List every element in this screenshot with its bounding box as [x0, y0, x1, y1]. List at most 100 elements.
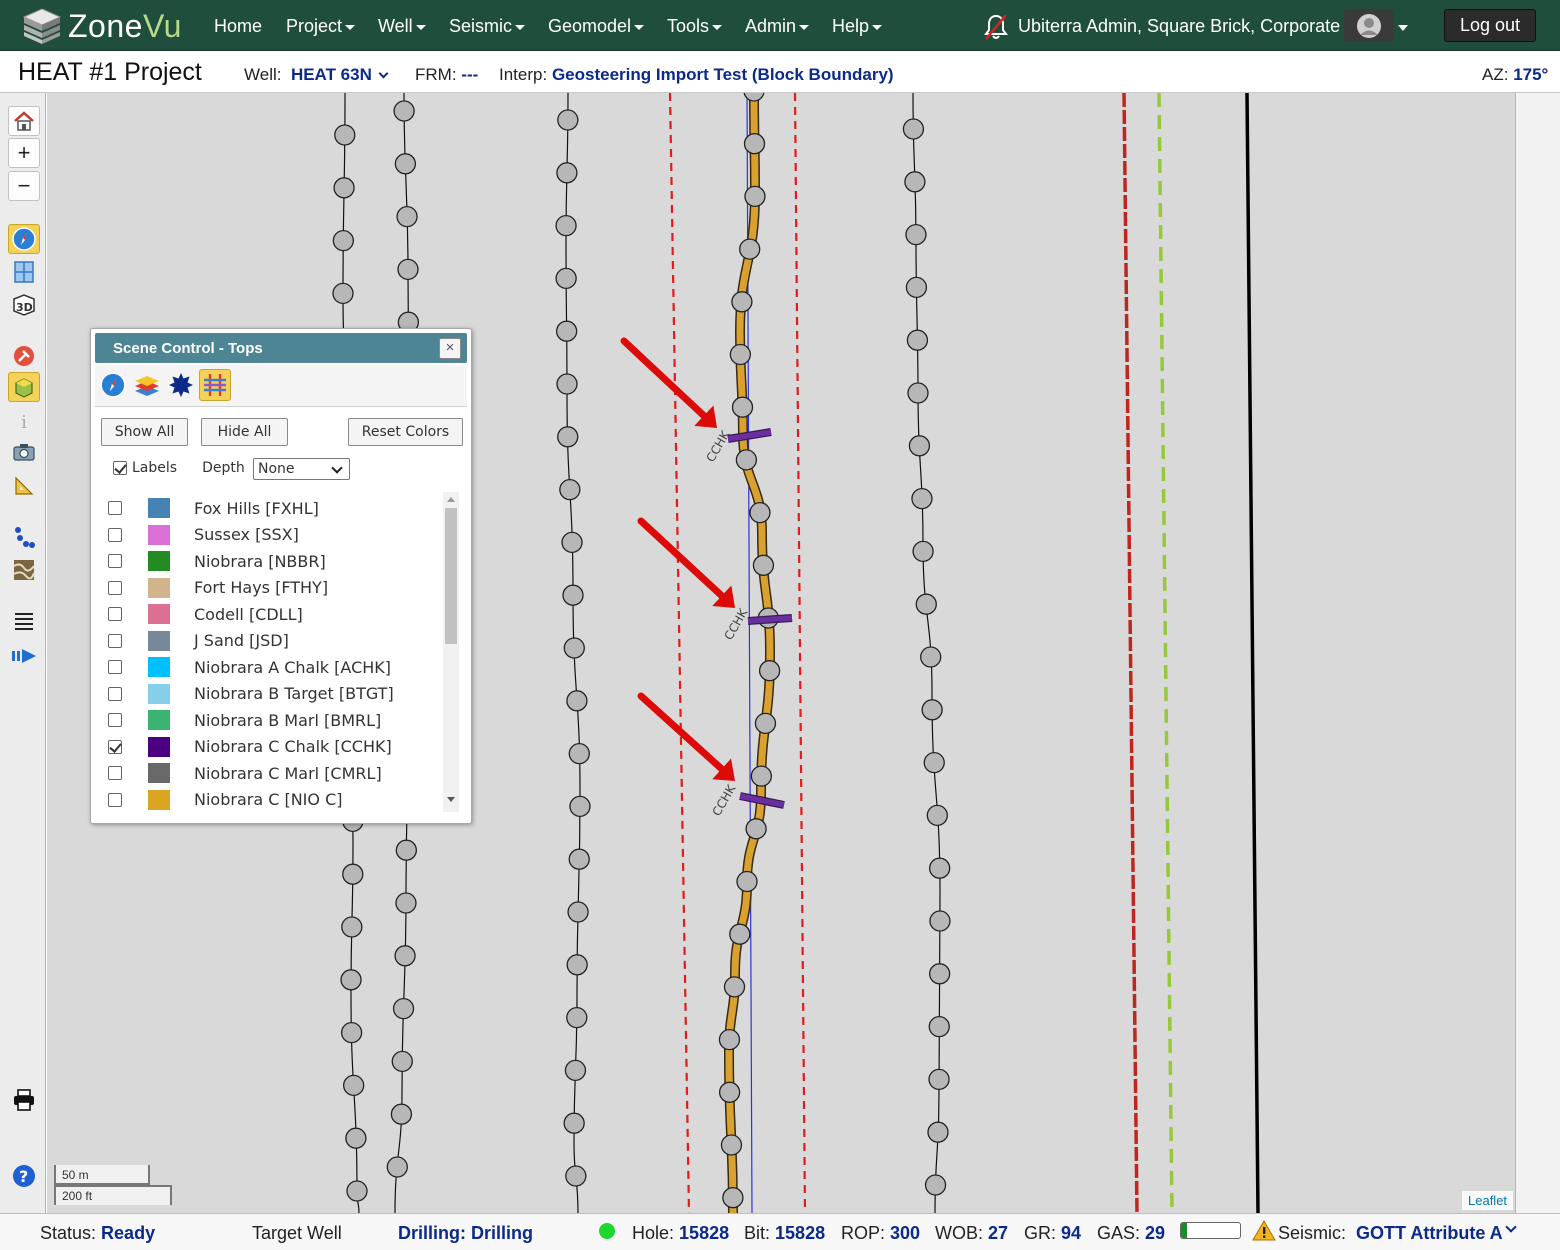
- top-visibility-checkbox[interactable]: [108, 660, 122, 674]
- top-row[interactable]: Fort Hays [FTHY]: [95, 575, 445, 601]
- top-row[interactable]: Niobrara B Target [BTGT]: [95, 681, 445, 707]
- reset-colors-button[interactable]: Reset Colors: [348, 418, 463, 446]
- top-color-swatch[interactable]: [148, 630, 170, 651]
- close-icon[interactable]: ×: [439, 338, 461, 359]
- top-color-swatch[interactable]: [148, 710, 170, 730]
- top-visibility-checkbox[interactable]: [108, 554, 122, 568]
- logs-button[interactable]: [8, 607, 40, 637]
- top-row[interactable]: Niobrara A Chalk [ACHK]: [95, 654, 445, 680]
- top-color-swatch[interactable]: [148, 789, 170, 810]
- tab-layers[interactable]: [131, 369, 163, 401]
- logout-button[interactable]: Log out: [1444, 9, 1536, 42]
- labels-checkbox[interactable]: [113, 461, 127, 475]
- frm-selector[interactable]: FRM: ---: [415, 65, 478, 85]
- well-selector[interactable]: Well: HEAT 63N: [244, 65, 389, 85]
- depth-select[interactable]: None: [253, 458, 350, 480]
- home-view-button[interactable]: [8, 106, 40, 136]
- top-row[interactable]: Niobrara [NBBR]: [95, 548, 445, 574]
- survey-station-marker: [395, 892, 417, 914]
- svg-text:3D: 3D: [16, 301, 33, 314]
- basemap-button[interactable]: [8, 555, 40, 585]
- top-visibility-checkbox[interactable]: [108, 713, 122, 727]
- top-row[interactable]: Niobrara C Marl [CMRL]: [95, 760, 445, 786]
- seismic-selector[interactable]: Seismic: GOTT Attribute A: [1278, 1223, 1503, 1244]
- hide-all-button[interactable]: Hide All: [201, 418, 288, 446]
- leaflet-attribution-link[interactable]: Leaflet: [1462, 1191, 1514, 1210]
- show-all-button[interactable]: Show All: [101, 418, 188, 446]
- survey-station-marker: [718, 1081, 741, 1103]
- top-color-swatch[interactable]: [148, 604, 170, 624]
- top-color-swatch[interactable]: [148, 551, 170, 571]
- tab-map-compass[interactable]: [97, 369, 129, 401]
- top-visibility-checkbox[interactable]: [108, 766, 122, 780]
- section-view-button[interactable]: [8, 257, 40, 287]
- panel-header[interactable]: Scene Control - Tops ×: [95, 333, 467, 363]
- notifications-off-icon[interactable]: [984, 13, 1008, 41]
- brand[interactable]: ZoneVu: [22, 6, 182, 46]
- info-button[interactable]: i: [8, 407, 40, 437]
- compass-icon: [100, 372, 126, 398]
- survey-station-marker: [567, 901, 589, 923]
- top-color-swatch[interactable]: [148, 763, 170, 783]
- survey-points-button[interactable]: [8, 522, 40, 552]
- tops-list-scrollbar[interactable]: [443, 492, 459, 812]
- top-color-swatch[interactable]: [148, 577, 170, 598]
- nav-admin[interactable]: Admin: [745, 16, 810, 37]
- tab-seismic[interactable]: [165, 369, 197, 401]
- warning-icon[interactable]: [1252, 1220, 1276, 1241]
- brand-name: ZoneVu: [68, 7, 182, 44]
- top-color-swatch[interactable]: [148, 683, 170, 704]
- geosteer-button[interactable]: [8, 341, 40, 371]
- zoom-in-button[interactable]: +: [8, 138, 40, 168]
- nav-help[interactable]: Help: [832, 16, 883, 37]
- top-row[interactable]: J Sand [JSD]: [95, 628, 445, 654]
- help-button[interactable]: ?: [8, 1161, 40, 1191]
- nav-well[interactable]: Well: [378, 16, 426, 37]
- scene-control-button[interactable]: [8, 372, 40, 402]
- top-visibility-checkbox[interactable]: [108, 633, 122, 648]
- top-visibility-checkbox[interactable]: [108, 686, 122, 701]
- top-visibility-checkbox[interactable]: [108, 739, 122, 754]
- top-visibility-checkbox[interactable]: [108, 501, 122, 515]
- top-name: Sussex [SSX]: [194, 525, 299, 544]
- top-color-swatch[interactable]: [148, 498, 170, 518]
- top-row[interactable]: Niobrara B Marl [BMRL]: [95, 707, 445, 733]
- interp-selector[interactable]: Interp: Geosteering Import Test (Block B…: [499, 65, 894, 85]
- top-row[interactable]: Niobrara C [NIO C]: [95, 787, 445, 813]
- top-color-swatch[interactable]: [148, 657, 170, 677]
- nav-project[interactable]: Project: [286, 16, 356, 37]
- nav-home[interactable]: Home: [214, 16, 262, 37]
- survey-station-marker: [563, 1112, 585, 1134]
- labels-toggle[interactable]: Labels Depth: [113, 457, 245, 479]
- survey-station-marker: [718, 1028, 741, 1051]
- top-color-swatch[interactable]: [148, 736, 170, 757]
- top-row[interactable]: Fox Hills [FXHL]: [95, 495, 445, 521]
- avatar-caret-icon[interactable]: [1398, 25, 1408, 31]
- map-view-button[interactable]: [8, 224, 40, 254]
- export-button[interactable]: [8, 641, 40, 671]
- top-color-swatch[interactable]: [148, 524, 170, 545]
- top-visibility-checkbox[interactable]: [108, 527, 122, 542]
- avatar[interactable]: [1344, 9, 1394, 42]
- top-name: J Sand [JSD]: [194, 631, 289, 650]
- survey-station-marker: [332, 229, 354, 252]
- nav-geomodel[interactable]: Geomodel: [548, 16, 645, 37]
- top-visibility-checkbox[interactable]: [108, 580, 122, 595]
- screenshot-button[interactable]: [8, 437, 40, 467]
- scroll-up-icon[interactable]: [447, 497, 455, 502]
- top-visibility-checkbox[interactable]: [108, 792, 122, 807]
- tab-tops[interactable]: [199, 369, 231, 401]
- top-row[interactable]: Sussex [SSX]: [95, 522, 445, 548]
- top-row[interactable]: Codell [CDLL]: [95, 601, 445, 627]
- 3d-view-button[interactable]: 3D: [8, 290, 40, 320]
- zoom-out-button[interactable]: −: [8, 171, 40, 201]
- target-well-link[interactable]: Target Well: [252, 1223, 342, 1244]
- scroll-down-icon[interactable]: [447, 797, 455, 802]
- scrollbar-thumb[interactable]: [445, 508, 457, 644]
- top-row[interactable]: Niobrara C Chalk [CCHK]: [95, 734, 445, 760]
- measure-button[interactable]: [8, 471, 40, 501]
- print-button[interactable]: [8, 1085, 40, 1115]
- nav-tools[interactable]: Tools: [667, 16, 723, 37]
- top-visibility-checkbox[interactable]: [108, 607, 122, 621]
- nav-seismic[interactable]: Seismic: [449, 16, 526, 37]
